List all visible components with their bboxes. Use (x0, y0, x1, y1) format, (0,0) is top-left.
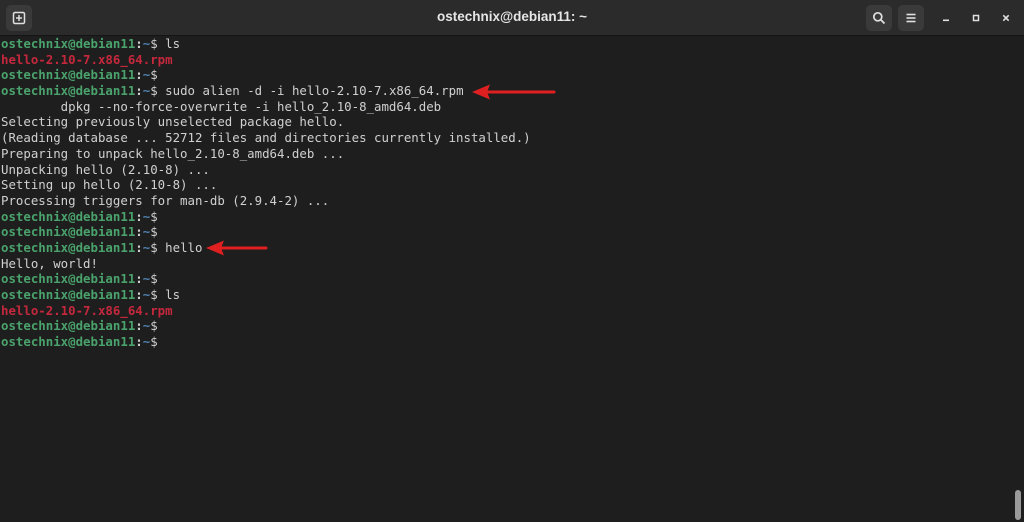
prompt-line: ostechnix@debian11:~$ hello (1, 240, 1011, 256)
prompt-user-host: ostechnix@debian11 (1, 334, 136, 350)
prompt-symbol: $ (150, 36, 158, 51)
prompt-line: ostechnix@debian11:~$ ls (1, 36, 1011, 52)
prompt-symbol: $ (150, 239, 158, 255)
terminal-output[interactable]: ostechnix@debian11:~$ ls hello-2.10-7.x86… (1, 36, 1011, 522)
prompt-symbol: $ (150, 208, 158, 224)
output-text: (Reading database ... 52712 files and di… (1, 130, 531, 146)
output-text: Hello, world! (1, 255, 98, 271)
prompt-line: ostechnix@debian11:~$ (1, 209, 1011, 225)
output-line: Unpacking hello (2.10-8) ... (1, 162, 1011, 178)
prompt-line: ostechnix@debian11:~$ (1, 271, 1011, 287)
close-button[interactable] (997, 9, 1015, 27)
prompt-user-host: ostechnix@debian11 (1, 67, 136, 83)
prompt-separator: : (135, 67, 143, 83)
minimize-icon (943, 19, 949, 22)
scrollbar-thumb[interactable] (1015, 490, 1021, 520)
command-text: ls (157, 36, 181, 51)
annotation-arrow-icon (472, 84, 556, 100)
output-line: Hello, world! (1, 256, 1011, 272)
prompt-user-host: ostechnix@debian11 (1, 224, 136, 240)
prompt-user-host: ostechnix@debian11 (1, 287, 136, 302)
prompt-separator: : (135, 271, 143, 287)
prompt-line: ostechnix@debian11:~$ (1, 334, 1011, 350)
output-text: Selecting previously unselected package … (1, 114, 345, 130)
output-text: Unpacking hello (2.10-8) ... (1, 161, 210, 177)
search-button[interactable] (866, 5, 892, 31)
close-icon (1002, 14, 1010, 22)
menu-button[interactable] (898, 5, 924, 31)
output-line: (Reading database ... 52712 files and di… (1, 130, 1011, 146)
prompt-symbol: $ (150, 67, 158, 83)
prompt-user-host: ostechnix@debian11 (1, 318, 136, 334)
prompt-line: ostechnix@debian11:~$ (1, 224, 1011, 240)
minimize-button[interactable] (937, 9, 955, 27)
prompt-symbol: $ (150, 224, 158, 240)
prompt-user-host: ostechnix@debian11 (1, 271, 136, 287)
prompt-user-host: ostechnix@debian11 (1, 239, 136, 255)
prompt-line: ostechnix@debian11:~$ (1, 67, 1011, 83)
terminal-window: ostechnix@debian11: ~ ostechnix@debian11… (0, 0, 1024, 522)
output-line: dpkg --no-force-overwrite -i hello_2.10-… (1, 99, 1011, 115)
prompt-symbol: $ (150, 334, 158, 350)
output-text: Preparing to unpack hello_2.10-8_amd64.d… (1, 145, 345, 161)
prompt-separator: : (135, 318, 143, 334)
output-text: Processing triggers for man-db (2.9.4-2)… (1, 192, 330, 208)
prompt-line: ostechnix@debian11:~$ (1, 318, 1011, 334)
command-text: sudo alien -d -i hello-2.10-7.x86_64.rpm (157, 83, 464, 99)
prompt-symbol: $ (150, 287, 158, 302)
prompt-symbol: $ (150, 83, 158, 99)
file-name: hello-2.10-7.x86_64.rpm (1, 302, 173, 318)
prompt-symbol: $ (150, 271, 158, 287)
prompt-separator: : (135, 83, 143, 99)
search-icon (872, 11, 886, 25)
output-line: Preparing to unpack hello_2.10-8_amd64.d… (1, 146, 1011, 162)
command-text: ls (157, 287, 181, 302)
prompt-user-host: ostechnix@debian11 (1, 208, 136, 224)
output-text: dpkg --no-force-overwrite -i hello_2.10-… (1, 98, 442, 114)
file-name: hello-2.10-7.x86_64.rpm (1, 51, 173, 67)
prompt-separator: : (135, 208, 143, 224)
output-line: Selecting previously unselected package … (1, 114, 1011, 130)
output-line: Processing triggers for man-db (2.9.4-2)… (1, 193, 1011, 209)
prompt-separator: : (135, 334, 143, 350)
annotation-arrow-icon (206, 240, 268, 256)
output-line: Setting up hello (2.10-8) ... (1, 177, 1011, 193)
prompt-user-host: ostechnix@debian11 (1, 36, 136, 51)
command-text: hello (157, 239, 203, 255)
prompt-separator: : (135, 224, 143, 240)
output-line: hello-2.10-7.x86_64.rpm (1, 303, 1011, 319)
prompt-line: ostechnix@debian11:~$ ls (1, 287, 1011, 303)
scrollbar[interactable] (1012, 36, 1024, 522)
hamburger-menu-icon (906, 13, 916, 23)
output-line: hello-2.10-7.x86_64.rpm (1, 52, 1011, 68)
prompt-user-host: ostechnix@debian11 (1, 83, 136, 99)
title-bar: ostechnix@debian11: ~ (0, 0, 1024, 36)
prompt-separator: : (135, 239, 143, 255)
prompt-symbol: $ (150, 318, 158, 334)
prompt-separator: : (135, 36, 143, 51)
output-text: Setting up hello (2.10-8) ... (1, 177, 218, 193)
prompt-separator: : (135, 287, 143, 302)
maximize-icon (972, 14, 980, 22)
maximize-button[interactable] (967, 9, 985, 27)
